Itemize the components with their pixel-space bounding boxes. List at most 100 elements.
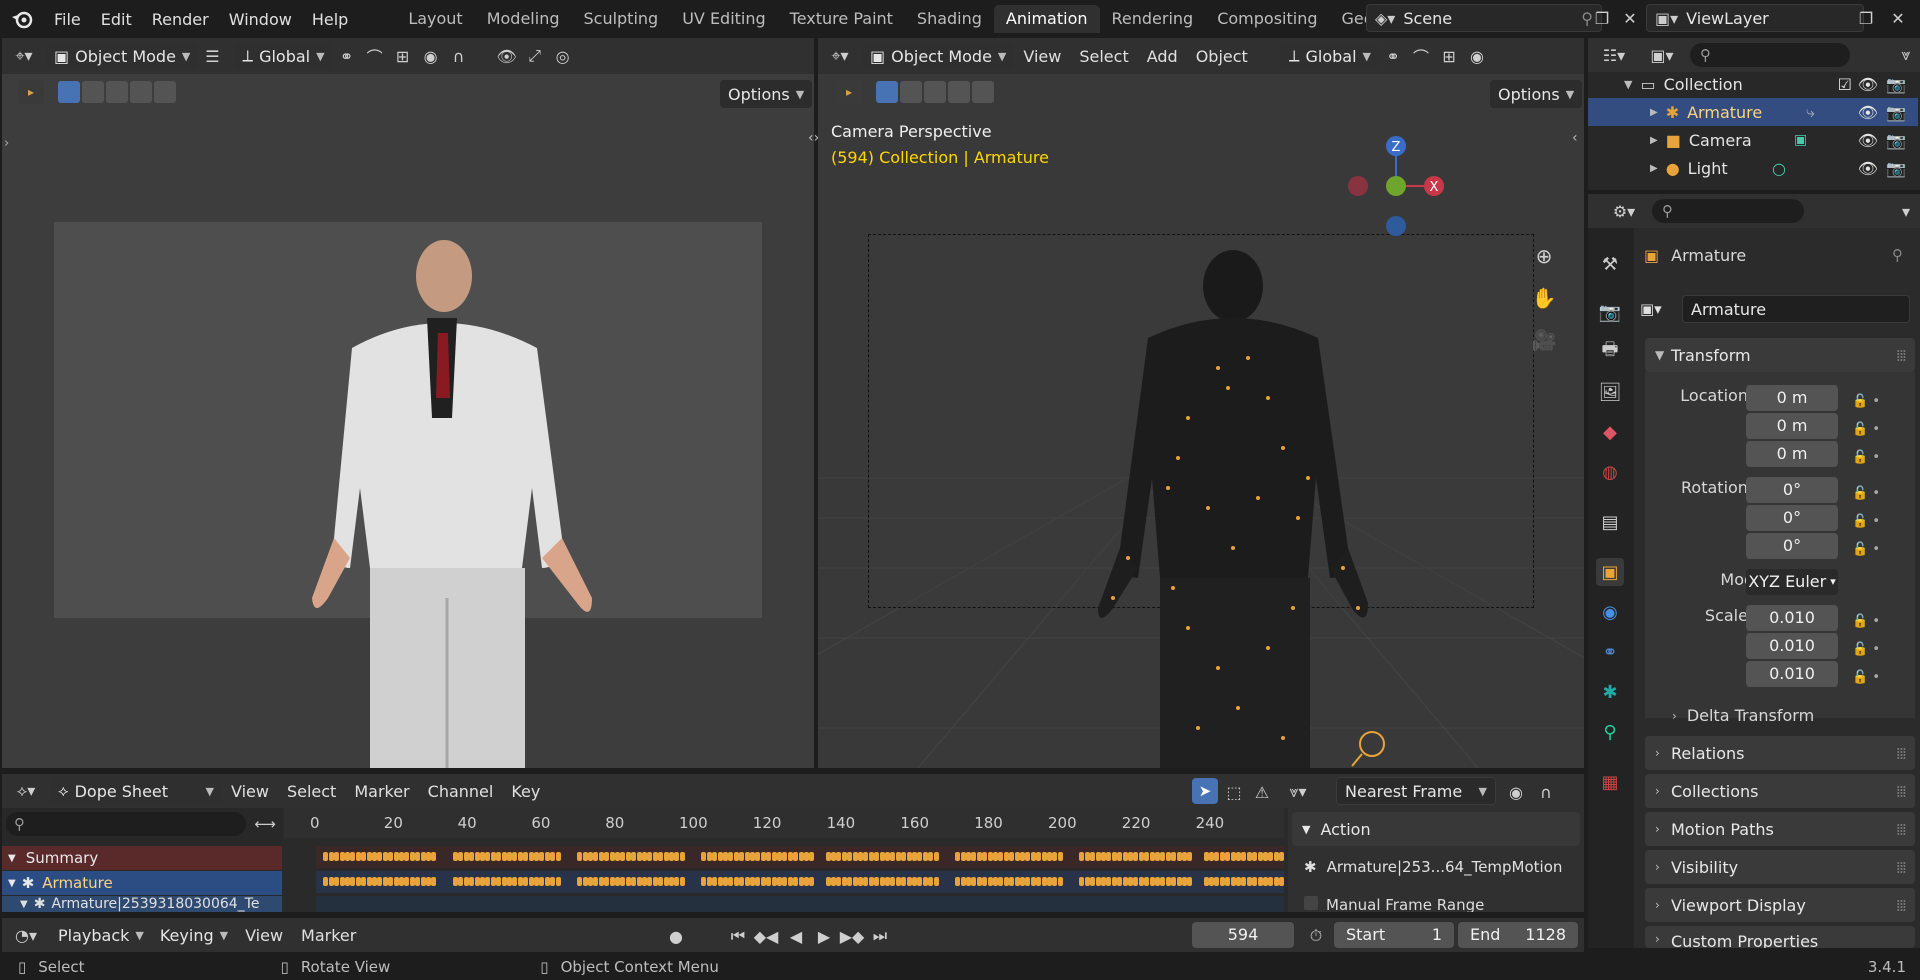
keyframe[interactable] bbox=[625, 877, 631, 886]
keyframe[interactable] bbox=[328, 877, 334, 886]
manual-range-checkbox[interactable] bbox=[1304, 896, 1318, 910]
keyframe[interactable] bbox=[890, 852, 896, 861]
workspace-tab-layout[interactable]: Layout bbox=[396, 5, 474, 33]
snap-mode-dropdown[interactable]: Nearest Frame ▼ bbox=[1336, 777, 1496, 805]
keyframe[interactable] bbox=[1279, 852, 1284, 861]
keyframe[interactable] bbox=[966, 877, 971, 886]
camera-orientation-dropdown[interactable]: ⟂ Global ▼ bbox=[1280, 42, 1380, 70]
keyframe[interactable] bbox=[582, 877, 588, 886]
keyframe[interactable] bbox=[1268, 852, 1274, 861]
keyframe[interactable] bbox=[528, 852, 534, 861]
menu-edit[interactable]: Edit bbox=[91, 10, 142, 29]
keyframe[interactable] bbox=[717, 852, 723, 861]
keyframe[interactable] bbox=[647, 877, 653, 886]
keyframe[interactable] bbox=[960, 877, 966, 886]
keyframe[interactable] bbox=[998, 877, 1004, 886]
jump-end-icon[interactable]: ⏭ bbox=[866, 922, 894, 950]
keyframe[interactable] bbox=[825, 852, 831, 861]
keyframe[interactable] bbox=[496, 877, 502, 886]
bone-tab-icon[interactable]: ⚲ bbox=[1596, 718, 1624, 746]
scene-selector[interactable]: ◈▾ Scene ⚲ bbox=[1366, 4, 1602, 32]
keyframe[interactable] bbox=[458, 852, 464, 861]
transform-section-header[interactable]: ▼ Transform ⁞⁞⁞ bbox=[1645, 338, 1915, 372]
keyframe[interactable] bbox=[523, 877, 529, 886]
keyframe[interactable] bbox=[517, 877, 523, 886]
menu-file[interactable]: File bbox=[44, 10, 91, 29]
keyframe[interactable] bbox=[933, 877, 939, 886]
keyframe[interactable] bbox=[793, 852, 799, 861]
keyframe[interactable] bbox=[917, 852, 923, 861]
keyframe[interactable] bbox=[366, 877, 372, 886]
delete-viewlayer-icon[interactable]: ✕ bbox=[1884, 4, 1912, 32]
keyframe[interactable] bbox=[431, 852, 437, 861]
object-browse-icon[interactable]: ▣▾ bbox=[1640, 295, 1678, 323]
keyframe[interactable] bbox=[723, 877, 728, 886]
new-viewlayer-icon[interactable]: ❐ bbox=[1852, 4, 1880, 32]
keyframe[interactable] bbox=[598, 852, 604, 861]
gizmo-toggle-icon[interactable]: ⤢ bbox=[521, 42, 549, 70]
keyframe[interactable] bbox=[993, 852, 998, 861]
keyframe[interactable] bbox=[852, 877, 858, 886]
keyframe[interactable] bbox=[388, 852, 394, 861]
keyframe[interactable] bbox=[993, 877, 998, 886]
keyframe[interactable] bbox=[928, 877, 934, 886]
tool-tab-icon[interactable]: ⚒ bbox=[1596, 250, 1624, 278]
keyframe[interactable] bbox=[1182, 852, 1187, 861]
keyframe[interactable] bbox=[1101, 877, 1106, 886]
keyframe[interactable] bbox=[912, 877, 917, 886]
keyframe[interactable] bbox=[350, 852, 356, 861]
custom-properties-section-header[interactable]: › Custom Properties bbox=[1645, 926, 1915, 948]
keyframe[interactable] bbox=[723, 852, 728, 861]
location-x-field[interactable]: 0 m bbox=[1746, 385, 1838, 411]
keyframe[interactable] bbox=[1279, 877, 1284, 886]
keyframe[interactable] bbox=[604, 877, 610, 886]
workspace-tab-shading[interactable]: Shading bbox=[905, 5, 994, 33]
keyframe[interactable] bbox=[744, 877, 750, 886]
keyframe[interactable] bbox=[399, 852, 404, 861]
keyframe[interactable] bbox=[1133, 877, 1139, 886]
keyframe[interactable] bbox=[1165, 852, 1171, 861]
workspace-tab-rendering[interactable]: Rendering bbox=[1100, 5, 1206, 33]
keyframe[interactable] bbox=[463, 877, 469, 886]
keyframe[interactable] bbox=[1219, 852, 1225, 861]
menu-render[interactable]: Render bbox=[142, 10, 219, 29]
keyframe[interactable] bbox=[933, 852, 939, 861]
menu-add[interactable]: Add bbox=[1138, 47, 1187, 66]
manual-frame-range-row[interactable]: Manual Frame Range bbox=[1304, 896, 1484, 912]
keyframe[interactable] bbox=[906, 852, 912, 861]
object-tab-icon[interactable]: ▣ bbox=[1596, 558, 1624, 586]
keyframe[interactable] bbox=[323, 852, 329, 861]
keyframe[interactable] bbox=[901, 852, 907, 861]
blender-logo-icon[interactable] bbox=[0, 9, 44, 29]
chevron-down-icon[interactable]: ▾ bbox=[1892, 197, 1920, 225]
start-frame-field[interactable]: Start 1 bbox=[1334, 922, 1454, 948]
keyframe[interactable] bbox=[804, 852, 809, 861]
keyframe[interactable] bbox=[1020, 877, 1025, 886]
channel-search-input[interactable]: ⚲ bbox=[6, 812, 246, 836]
snap-icon[interactable]: ⌒ bbox=[1407, 42, 1435, 70]
properties-search-input[interactable]: ⚲ bbox=[1652, 199, 1804, 223]
keyframe[interactable] bbox=[1014, 877, 1020, 886]
keyframe[interactable] bbox=[1084, 877, 1090, 886]
keyframe[interactable] bbox=[1030, 877, 1036, 886]
keyframe[interactable] bbox=[1182, 877, 1187, 886]
keyframe[interactable] bbox=[355, 877, 361, 886]
proportional-edit-icon[interactable]: ◉ bbox=[1502, 778, 1530, 806]
keyframe[interactable] bbox=[323, 877, 329, 886]
keyframe[interactable] bbox=[1263, 877, 1268, 886]
keyframe[interactable] bbox=[1041, 877, 1047, 886]
keyframe[interactable] bbox=[409, 852, 415, 861]
keyframe[interactable] bbox=[879, 877, 885, 886]
keyframe[interactable] bbox=[998, 852, 1004, 861]
dopesheet-menu-key[interactable]: Key bbox=[502, 782, 549, 801]
eye-icon[interactable]: 👁 bbox=[1858, 103, 1878, 122]
timeline-menu-view[interactable]: View bbox=[236, 926, 292, 945]
keyframe[interactable] bbox=[809, 877, 815, 886]
location-z-field[interactable]: 0 m bbox=[1746, 441, 1838, 467]
navigation-gizmo[interactable]: Z X bbox=[1342, 128, 1452, 238]
keyframe[interactable] bbox=[782, 852, 788, 861]
keyframe[interactable] bbox=[577, 852, 583, 861]
outliner-row-camera[interactable]: ▶ ■ Camera ▣ 👁 📷 bbox=[1588, 126, 1918, 154]
keyframe[interactable] bbox=[1036, 877, 1042, 886]
keyframe[interactable] bbox=[598, 877, 604, 886]
